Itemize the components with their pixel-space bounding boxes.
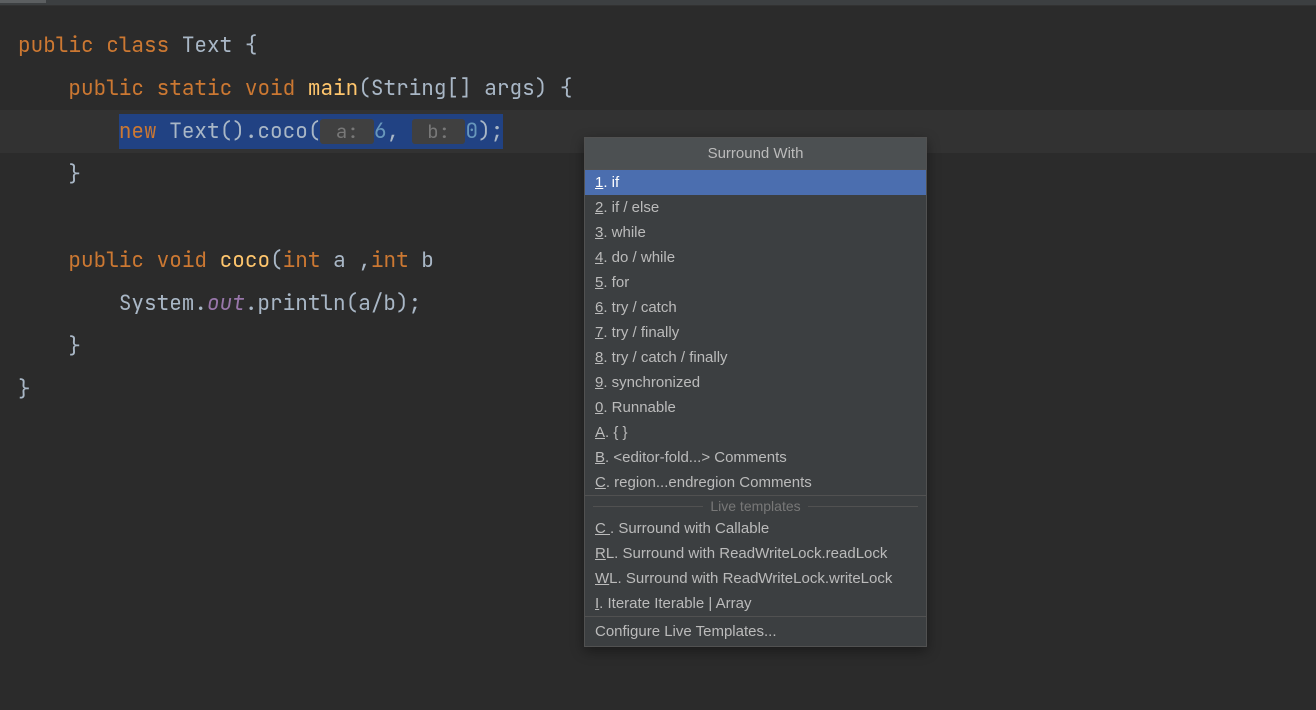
surround-with-popup: Surround With 1. if 2. if / else 3. whil… [584,137,927,647]
code-line-2[interactable]: public static void main(String[] args) { [18,67,1316,110]
popup-item-iterate[interactable]: I. Iterate Iterable | Array [585,591,926,616]
paren-close: ) { [535,75,573,102]
popup-item-do-while[interactable]: 4. do / while [585,245,926,270]
popup-item-region[interactable]: C. region...endregion Comments [585,470,926,495]
println-call: .println(a/b); [245,290,421,317]
keyword-void: void [157,247,207,274]
tab-highlight [0,0,46,3]
keyword-void: void [245,75,295,102]
popup-configure-link[interactable]: Configure Live Templates... [585,616,926,646]
keyword-static: static [157,75,233,102]
keyword-new: new [119,118,157,145]
keyword-public: public [68,247,144,274]
popup-item-editor-fold[interactable]: B. <editor-fold...> Comments [585,445,926,470]
mnemonic: C [595,520,610,537]
item-label: L. Surround with ReadWriteLock.writeLock [609,570,892,587]
item-label: . Iterate Iterable | Array [599,595,751,612]
item-label: . Surround with Callable [610,520,769,537]
selected-code: new Text().coco( a: 6, b: 0); [119,114,503,149]
paren: ( [358,75,371,102]
indent [18,290,119,317]
keyword-int: int [371,247,409,274]
item-label: . try / finally [603,324,679,341]
keyword-public: public [68,75,144,102]
param-hint-b: b: [412,119,466,144]
popup-item-writelock[interactable]: WL. Surround with ReadWriteLock.writeLoc… [585,566,926,591]
paren: ( [270,247,283,274]
brace-close: } [18,333,81,360]
popup-item-try-catch-finally[interactable]: 8. try / catch / finally [585,345,926,370]
param-a: a , [320,247,370,274]
call-text: Text().coco( [157,118,321,145]
mnemonic: W [595,570,609,587]
code-line-1[interactable]: public class Text { [18,24,1316,67]
item-label: . Runnable [603,399,676,416]
popup-item-braces[interactable]: A. { } [585,420,926,445]
item-label: . try / catch / finally [603,349,727,366]
method-coco: coco [220,247,270,274]
params: String[] args [371,75,535,102]
item-label: . try / catch [603,299,676,316]
comma: , [387,118,400,145]
item-label: . if [603,174,619,191]
indent [18,247,68,274]
param-hint-a: a: [320,119,374,144]
popup-item-synchronized[interactable]: 9. synchronized [585,370,926,395]
popup-item-while[interactable]: 3. while [585,220,926,245]
popup-item-callable[interactable]: C . Surround with Callable [585,516,926,541]
param-b: b [409,247,434,274]
mnemonic: A [595,424,605,441]
keyword-class: class [106,32,169,59]
item-label: . { } [605,424,628,441]
keyword-public: public [18,32,94,59]
mnemonic: C [595,474,606,491]
popup-item-runnable[interactable]: 0. Runnable [585,395,926,420]
mnemonic: R [595,545,606,562]
item-label: . region...endregion Comments [606,474,812,491]
indent [18,75,68,102]
brace-close: } [18,376,31,403]
popup-title: Surround With [585,138,926,170]
item-label: . synchronized [603,374,700,391]
field-out: out [207,290,245,317]
item-label: . while [603,224,646,241]
item-label: L. Surround with ReadWriteLock.readLock [606,545,888,562]
item-label: . do / while [603,249,675,266]
method-main: main [308,75,358,102]
popup-item-if-else[interactable]: 2. if / else [585,195,926,220]
mnemonic: B [595,449,605,466]
popup-item-for[interactable]: 5. for [585,270,926,295]
class-name: Text [182,32,232,59]
item-label: . <editor-fold...> Comments [605,449,787,466]
stmt-close: ); [478,118,503,145]
number-0: 0 [465,118,478,145]
indent [18,118,119,145]
popup-separator-live-templates: Live templates [585,495,926,516]
keyword-int: int [283,247,321,274]
number-6: 6 [374,118,387,145]
brace: { [232,32,257,59]
popup-item-if[interactable]: 1. if [585,170,926,195]
popup-item-try-finally[interactable]: 7. try / finally [585,320,926,345]
popup-item-try-catch[interactable]: 6. try / catch [585,295,926,320]
item-label: . if / else [603,199,659,216]
item-label: . for [603,274,629,291]
popup-item-readlock[interactable]: RL. Surround with ReadWriteLock.readLock [585,541,926,566]
system: System. [119,290,207,317]
brace-close: } [18,161,81,188]
